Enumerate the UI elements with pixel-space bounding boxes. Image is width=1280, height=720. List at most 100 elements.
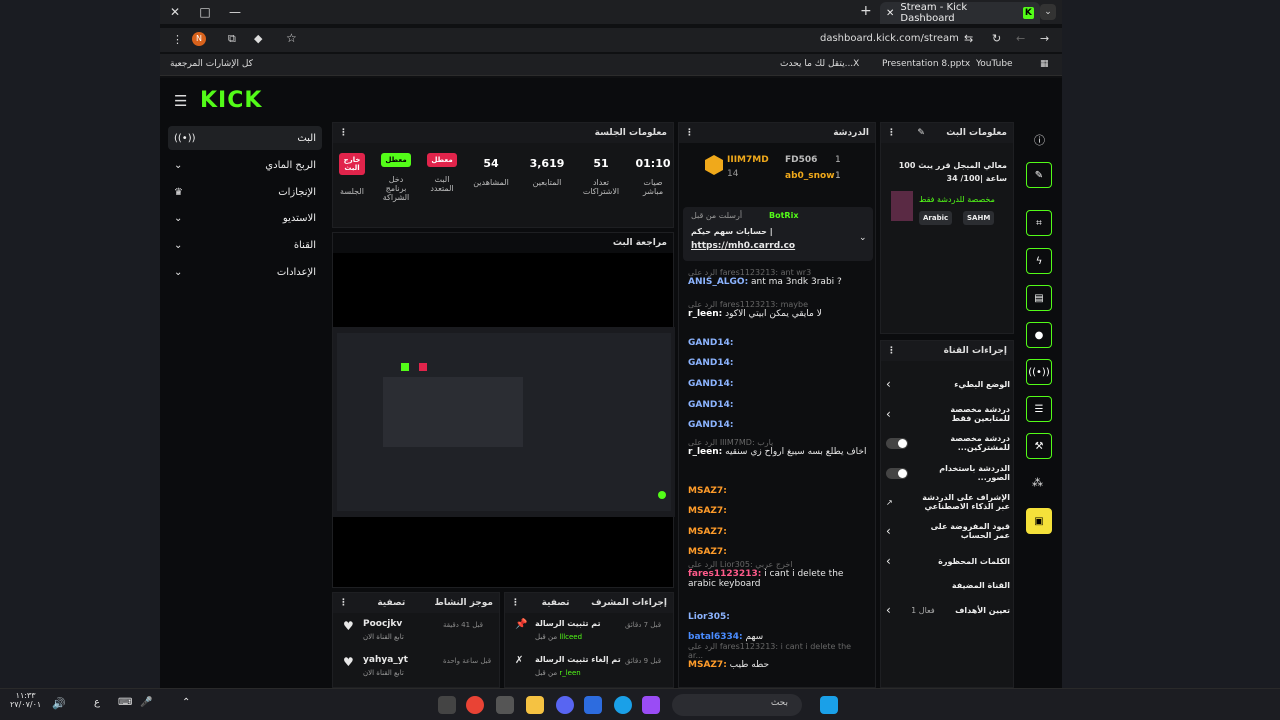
store-icon[interactable] [584,696,602,714]
chevron-right-icon[interactable]: › [886,603,891,617]
hamburger-menu-icon[interactable]: ☰ [174,92,187,110]
category-name[interactable]: مخصصة للدردشة فقط [919,195,995,204]
profile-avatar[interactable]: N [192,32,206,46]
chat-username[interactable]: batal6334: [688,632,743,642]
stream-preview-video[interactable] [333,327,675,517]
chat-username[interactable]: GAND14: [688,338,733,348]
forward-icon[interactable]: ← [1016,32,1025,45]
back-icon[interactable]: → [1040,32,1049,45]
chat-username[interactable]: MSAZ7: [688,547,727,557]
category-thumbnail[interactable] [891,191,913,221]
all-bookmarks[interactable]: كل الإشارات المرجعية [170,59,253,69]
chat-username[interactable]: GAND14: [688,400,733,410]
edge-icon[interactable] [614,696,632,714]
app-icon[interactable] [496,696,514,714]
more-options-icon[interactable]: ⋮ [887,128,896,138]
chevron-right-icon[interactable]: › [886,407,891,421]
chat-username[interactable]: GAND14: [688,379,733,389]
channel-action-item[interactable]: قيود المفروضة على عمر الحساب › [886,519,1010,543]
chat-message[interactable]: GAND14: [688,379,868,389]
broadcast-tool-icon[interactable]: ((•)) [1026,359,1052,385]
channel-action-item[interactable]: دردشة مخصصة للمتابعين فقط › [886,402,1010,426]
chat-message[interactable]: الرد على IIIM7MD: يارب r_leen: اخاف يطلع … [688,438,868,457]
channel-action-item[interactable]: تعيين الأهداف فعال 1 › [886,598,1010,622]
chevron-right-icon[interactable]: › [886,377,891,391]
chevron-up-icon[interactable]: ⌃ [182,697,190,708]
tab-menu-icon[interactable]: ⌄ [1040,4,1056,20]
chat-username[interactable]: ANIS_ALGO: [688,277,748,287]
mod-action-user[interactable]: r_leen [559,669,580,677]
channel-action-item[interactable]: الإشراف على الدردشة عبر الذكاء الاصطناعي… [886,490,1010,514]
bookmark-star-icon[interactable]: ☆ [286,31,297,45]
chat-username[interactable]: GAND14: [688,420,733,430]
wallet-icon[interactable]: ◆ [254,32,262,45]
chevron-down-icon[interactable]: ⌄ [859,233,867,243]
chat-message[interactable]: الرد على fares1123213: maybe r_leen: لا م… [688,300,868,319]
new-tab-icon[interactable]: + [860,3,872,19]
top-gifter-name[interactable]: ab0_snow [785,171,835,181]
keyboard-icon[interactable]: ⌨ [118,697,132,708]
close-window-icon[interactable]: ✕ [160,0,190,24]
external-icon[interactable]: ↗ [886,498,893,507]
toggle-switch[interactable] [886,467,908,479]
site-settings-icon[interactable]: ⇆ [964,32,973,45]
kick-logo[interactable]: KICK [200,88,262,113]
bookmark-youtube[interactable]: YouTube [976,59,1013,69]
mic-icon[interactable]: 🎤 [140,697,152,708]
toggle-switch[interactable] [886,437,908,449]
volume-icon[interactable]: 🔊 [52,697,66,710]
more-options-icon[interactable]: ⋮ [887,346,896,356]
bookmark-presentation[interactable]: Presentation 8.pptx [882,59,970,69]
tag-badge[interactable]: Arabic [919,211,953,225]
sidebar-item-channel[interactable]: القناة ⌄ [168,233,322,257]
extensions-icon[interactable]: ⧉ [228,32,236,46]
top-gifter-name[interactable]: FD506 [785,155,817,165]
close-tab-icon[interactable]: ✕ [886,8,894,19]
sidebar-item-stream[interactable]: البث ((•)) [168,126,322,150]
copilot-icon[interactable] [642,696,660,714]
file-explorer-icon[interactable] [526,696,544,714]
list-tool-icon[interactable]: ☰ [1026,396,1052,422]
minimize-window-icon[interactable]: — [220,0,250,24]
top-gifter-name[interactable]: IIIM7MD [727,155,769,165]
more-options-icon[interactable]: ⋮ [685,128,694,138]
sidebar-item-studio[interactable]: الاستديو ⌄ [168,206,322,230]
nodes-icon[interactable]: ⁂ [1032,476,1043,489]
mod-action-user[interactable]: lllceed [559,633,582,641]
info-icon[interactable]: ⓘ [1034,132,1045,148]
channel-action-item[interactable]: دردشة مخصصة للمشتركين... [886,431,1010,455]
chat-username[interactable]: MSAZ7: [688,506,727,516]
sidebar-item-achievements[interactable]: الإنجازات ♛ [168,180,322,204]
reload-icon[interactable]: ↻ [992,32,1001,45]
more-options-icon[interactable]: ⋮ [339,128,348,138]
channel-action-item[interactable]: الوضع البطيء › [886,372,1010,396]
sidebar-item-settings[interactable]: الإعدادات ⌄ [168,260,322,284]
chat-message[interactable]: GAND14: [688,400,868,410]
browser-tab[interactable]: ✕ Stream - Kick Dashboard K [880,2,1040,24]
activity-user[interactable]: Poocjkv [363,619,402,629]
chat-message[interactable]: MSAZ7: [688,506,868,516]
chat-message[interactable]: الرد على Lior305: اخرج عربي fares1123213:… [688,560,868,589]
edit-icon[interactable]: ✎ [917,128,925,138]
apps-grid-icon[interactable]: ▦ [1040,59,1049,69]
chat-username[interactable]: fares1123213: [688,569,761,579]
lightning-tool-icon[interactable]: ϟ [1026,248,1052,274]
wrench-tool-icon[interactable]: ⚒ [1026,433,1052,459]
more-options-icon[interactable]: ⋮ [339,598,348,608]
windows-start-icon[interactable] [820,696,838,714]
pinned-user[interactable]: BotRix [769,211,798,220]
pencil-tool-icon[interactable]: ✎ [1026,162,1052,188]
discord-icon[interactable] [556,696,574,714]
chevron-right-icon[interactable]: › [886,554,891,568]
settings-app-icon[interactable] [438,696,456,714]
chat-username[interactable]: r_leen: [688,447,722,457]
url-field[interactable]: dashboard.kick.com/stream [820,33,959,44]
language-indicator[interactable]: ع [94,697,100,708]
chat-message[interactable]: Lior305: [688,612,868,622]
mod-actions-filter[interactable]: تصفية [542,598,570,608]
channel-action-item[interactable]: الكلمات المحظورة › [886,549,1010,573]
chat-message[interactable]: GAND14: [688,420,868,430]
pinned-link[interactable]: https://mh0.carrd.co [691,241,795,251]
maximize-window-icon[interactable]: □ [190,0,220,24]
activity-filter[interactable]: تصفية [377,598,405,608]
